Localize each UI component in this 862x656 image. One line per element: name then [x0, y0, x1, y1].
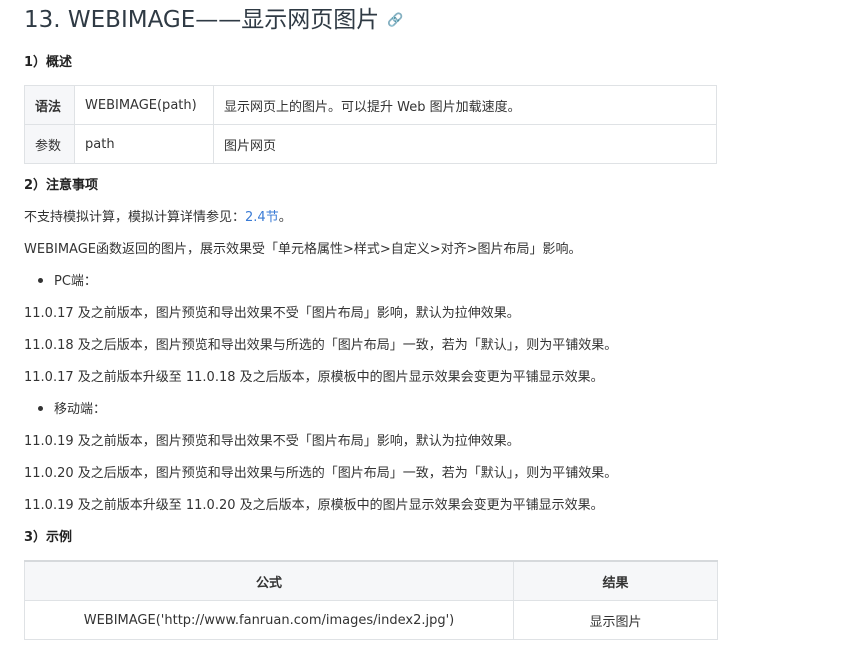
- mobile-line: 11.0.20 及之后版本，图片预览和导出效果与所选的「图片布局」一致，若为「默…: [24, 466, 618, 481]
- note-simulation-suffix: 。: [278, 210, 292, 225]
- table-header-row: 公式 结果: [24, 560, 718, 601]
- table-header-formula: 公式: [24, 560, 514, 601]
- table-cell-desc: 图片网页: [213, 124, 717, 164]
- note-image-layout: WEBIMAGE函数返回的图片，展示效果受「单元格属性>样式>自定义>对齐>图片…: [24, 242, 582, 257]
- table-cell-desc: 显示网页上的图片。可以提升 Web 图片加载速度。: [213, 85, 717, 125]
- table-cell-name: path: [74, 124, 214, 164]
- bullet-mobile-label: 移动端：: [54, 402, 107, 417]
- mobile-line: 11.0.19 及之前版本，图片预览和导出效果不受「图片布局」影响，默认为拉伸效…: [24, 434, 520, 449]
- section-heading-overview: 1）概述: [24, 55, 73, 70]
- table-row: 参数 path 图片网页: [24, 124, 717, 164]
- table-cell-name: WEBIMAGE(path): [74, 85, 214, 125]
- mobile-line: 11.0.19 及之前版本升级至 11.0.20 及之后版本，原模板中的图片显示…: [24, 498, 604, 513]
- bullet-pc-label: PC端：: [54, 274, 97, 289]
- table-header-result: 结果: [513, 560, 718, 601]
- section-heading-example: 3）示例: [24, 530, 73, 545]
- link-icon[interactable]: 🔗: [387, 6, 403, 36]
- pc-line: 11.0.18 及之后版本，图片预览和导出效果与所选的「图片布局」一致，若为「默…: [24, 338, 618, 353]
- example-table: 公式 结果 WEBIMAGE('http://www.fanruan.com/i…: [24, 560, 718, 640]
- syntax-table: 语法 WEBIMAGE(path) 显示网页上的图片。可以提升 Web 图片加载…: [24, 85, 717, 164]
- note-simulation: 不支持模拟计算，模拟计算详情参见：2.4节。: [24, 209, 292, 227]
- bullet-pc: PC端：: [38, 273, 97, 291]
- table-cell-formula: WEBIMAGE('http://www.fanruan.com/images/…: [24, 600, 514, 640]
- table-cell-key: 参数: [24, 124, 75, 164]
- note-simulation-prefix: 不支持模拟计算，模拟计算详情参见：: [24, 210, 246, 225]
- bullet-mobile: 移动端：: [38, 401, 106, 419]
- pc-line: 11.0.17 及之前版本，图片预览和导出效果不受「图片布局」影响，默认为拉伸效…: [24, 306, 520, 321]
- section-link[interactable]: 2.4节: [245, 210, 279, 225]
- table-row: 语法 WEBIMAGE(path) 显示网页上的图片。可以提升 Web 图片加载…: [24, 85, 717, 125]
- section-heading-notes: 2）注意事项: [24, 178, 99, 193]
- pc-line: 11.0.17 及之前版本升级至 11.0.18 及之后版本，原模板中的图片显示…: [24, 370, 604, 385]
- page-title: 13. WEBIMAGE——显示网页图片 🔗: [24, 5, 403, 36]
- table-cell-key: 语法: [24, 85, 75, 125]
- bullet-dot: [38, 406, 43, 411]
- bullet-dot: [38, 278, 43, 283]
- table-cell-result: 显示图片: [513, 600, 718, 640]
- table-row: WEBIMAGE('http://www.fanruan.com/images/…: [24, 600, 718, 640]
- page-title-text: 13. WEBIMAGE——显示网页图片: [24, 7, 380, 33]
